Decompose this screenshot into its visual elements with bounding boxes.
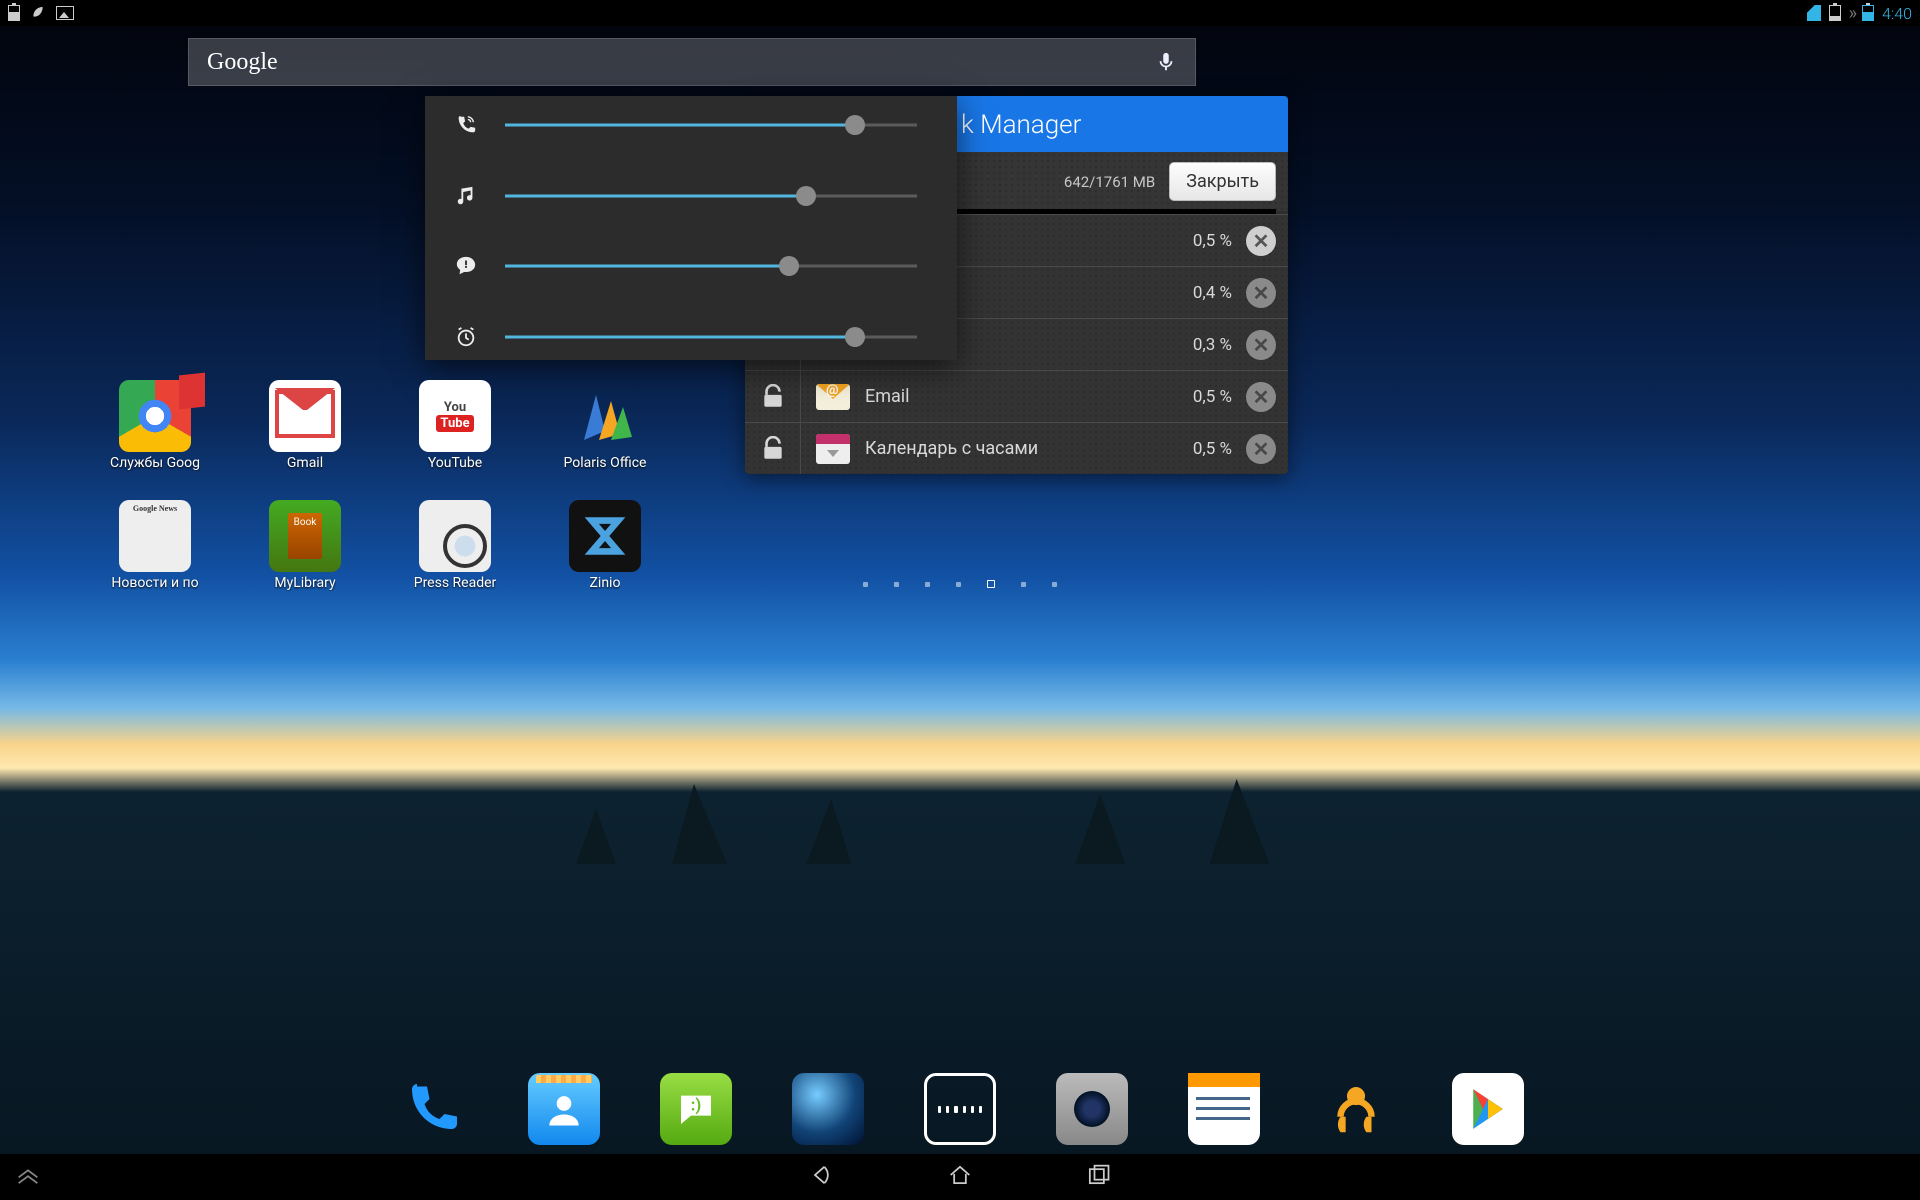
app-icon-gmail (269, 380, 341, 452)
volume-slider-ringer[interactable] (505, 114, 917, 136)
app-icon-youtube: YouTube (419, 380, 491, 452)
task-cpu-pct: 0,5 % (1193, 231, 1232, 251)
dock-apps[interactable] (924, 1073, 996, 1145)
app-news[interactable]: Google News Новости и по (80, 500, 230, 620)
google-logo: Google (207, 49, 278, 76)
app-label: MyLibrary (274, 575, 335, 591)
task-manager-title: k Manager (961, 110, 1270, 140)
kill-task-button[interactable]: ✕ (1246, 434, 1276, 464)
page-dot[interactable] (894, 582, 899, 587)
app-mylib[interactable]: Book MyLibrary (230, 500, 380, 620)
task-app-icon (811, 431, 855, 467)
home-button[interactable] (946, 1161, 974, 1193)
dock-notes[interactable] (1188, 1073, 1260, 1145)
app-youtube[interactable]: YouTube YouTube (380, 380, 530, 500)
app-label: YouTube (428, 455, 482, 471)
task-row[interactable]: Календарь с часами 0,5 % ✕ (745, 422, 1288, 474)
app-icon-news: Google News (119, 500, 191, 572)
app-grid: Службы Goog Gmail YouTube YouTube Polaris Of… (80, 380, 730, 620)
app-label: Zinio (590, 575, 621, 591)
expand-icon[interactable] (14, 1161, 42, 1193)
dock-browser[interactable] (792, 1073, 864, 1145)
app-icon-chrome (119, 380, 191, 452)
page-dot[interactable] (1021, 582, 1026, 587)
battery-icon-grey (1829, 5, 1841, 21)
kill-task-button[interactable]: ✕ (1246, 382, 1276, 412)
memory-usage: 642/1761 MB (1064, 173, 1155, 191)
back-button[interactable] (808, 1161, 836, 1193)
task-app-icon: @ (811, 379, 855, 415)
app-chrome[interactable]: Службы Goog (80, 380, 230, 500)
battery-charge-icon (8, 5, 20, 21)
lock-icon[interactable] (745, 371, 801, 422)
app-icon-mylib: Book (269, 500, 341, 572)
app-label: Polaris Office (564, 455, 647, 471)
page-dot[interactable] (1052, 582, 1057, 587)
dock-play[interactable] (1452, 1073, 1524, 1145)
chevrons-icon: » (1849, 3, 1854, 24)
battery-icon (1862, 5, 1874, 21)
page-dot[interactable] (956, 582, 961, 587)
task-app-name: Email (865, 386, 1179, 407)
task-cpu-pct: 0,3 % (1193, 335, 1232, 355)
volume-row-alarm (453, 326, 917, 348)
app-polaris[interactable]: Polaris Office (530, 380, 680, 500)
task-cpu-pct: 0,4 % (1193, 283, 1232, 303)
app-icon-zinio (569, 500, 641, 572)
close-all-button[interactable]: Закрыть (1169, 162, 1276, 201)
page-dot[interactable] (925, 582, 930, 587)
page-dot[interactable] (987, 580, 995, 588)
leaf-icon (30, 3, 46, 23)
dock-contacts[interactable] (528, 1073, 600, 1145)
task-row[interactable]: @ Email 0,5 % ✕ (745, 370, 1288, 422)
volume-row-media (453, 185, 917, 207)
alarm-clock-icon (453, 326, 479, 348)
volume-row-ringer (453, 114, 917, 136)
navigation-bar (0, 1154, 1920, 1200)
app-gmail[interactable]: Gmail (230, 380, 380, 500)
recent-apps-button[interactable] (1084, 1161, 1112, 1193)
dock: :) (0, 1064, 1920, 1154)
dock-camera[interactable] (1056, 1073, 1128, 1145)
volume-row-notification (453, 255, 917, 277)
google-search-widget[interactable]: Google (188, 38, 1196, 86)
dock-phone[interactable] (396, 1073, 468, 1145)
clock: 4:40 (1882, 4, 1912, 23)
screenshot-icon (56, 6, 74, 20)
status-bar[interactable]: » 4:40 (0, 0, 1920, 26)
kill-task-button[interactable]: ✕ (1246, 330, 1276, 360)
dock-music[interactable] (1320, 1073, 1392, 1145)
sim-signal-icon (1807, 5, 1821, 21)
app-press[interactable]: Press Reader (380, 500, 530, 620)
app-label: Новости и по (111, 575, 198, 591)
kill-task-button[interactable]: ✕ (1246, 278, 1276, 308)
task-cpu-pct: 0,5 % (1193, 439, 1232, 459)
volume-panel[interactable] (425, 96, 957, 360)
volume-slider-notification[interactable] (505, 255, 917, 277)
app-label: Press Reader (414, 575, 497, 591)
volume-slider-media[interactable] (505, 185, 917, 207)
phone-ring-icon (453, 114, 479, 136)
page-dot[interactable] (863, 582, 868, 587)
music-note-icon (453, 185, 479, 207)
speech-excl-icon (453, 255, 479, 277)
app-label: Gmail (287, 455, 323, 471)
volume-slider-alarm[interactable] (505, 326, 917, 348)
task-app-name: Календарь с часами (865, 438, 1179, 459)
svg-text::): :) (691, 1097, 702, 1116)
app-icon-press (419, 500, 491, 572)
app-label: Службы Goog (110, 455, 200, 471)
app-zinio[interactable]: Zinio (530, 500, 680, 620)
lock-icon[interactable] (745, 423, 801, 474)
kill-task-button[interactable]: ✕ (1246, 226, 1276, 256)
page-indicator[interactable] (863, 582, 1057, 588)
voice-search-icon[interactable] (1155, 47, 1177, 77)
app-icon-polaris (569, 380, 641, 452)
task-cpu-pct: 0,5 % (1193, 387, 1232, 407)
dock-messages[interactable]: :) (660, 1073, 732, 1145)
